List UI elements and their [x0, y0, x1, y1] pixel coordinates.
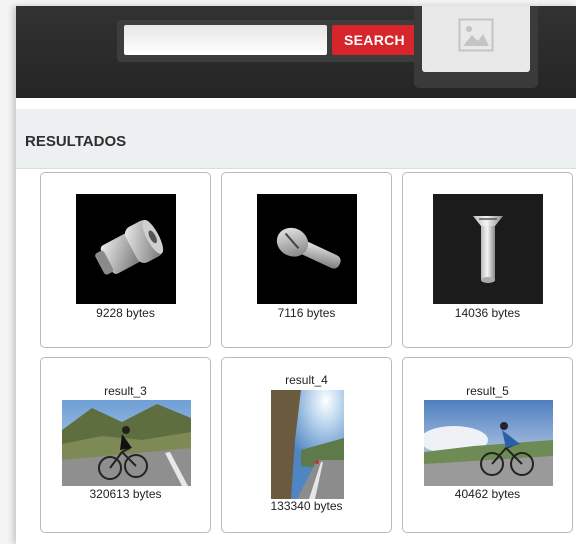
cyclist-road-thumbnail	[271, 390, 344, 499]
bolt-thumbnail	[76, 194, 176, 304]
result-card[interactable]: 14036 bytes	[402, 172, 573, 348]
result-card[interactable]: result_4 133340 bytes	[221, 357, 392, 533]
result-name: result_5	[466, 384, 509, 398]
app-window: SEARCH RESULTADOS 9228 bytes 7116 bytes …	[16, 6, 576, 544]
result-card[interactable]: result_5 40462 bytes	[402, 357, 573, 533]
results-header: RESULTADOS	[16, 109, 576, 169]
image-drop-area[interactable]	[422, 6, 530, 72]
result-size: 9228 bytes	[96, 306, 155, 320]
screw-thumbnail	[257, 194, 357, 304]
results-title: RESULTADOS	[25, 133, 127, 150]
result-size: 14036 bytes	[454, 306, 521, 320]
search-input[interactable]	[124, 25, 327, 55]
search-button[interactable]: SEARCH	[332, 25, 417, 55]
result-name: result_3	[104, 384, 147, 398]
result-size: 320613 bytes	[89, 487, 162, 501]
result-card[interactable]: 9228 bytes	[40, 172, 211, 348]
result-card[interactable]: 7116 bytes	[221, 172, 392, 348]
result-size: 40462 bytes	[454, 487, 521, 501]
cyclist-thumbnail	[424, 400, 553, 486]
search-bar: SEARCH	[117, 20, 421, 62]
cyclist-thumbnail	[62, 400, 191, 486]
top-bar: SEARCH	[16, 6, 576, 98]
image-placeholder-icon	[458, 18, 494, 52]
result-card[interactable]: result_3 320613 bytes	[40, 357, 211, 533]
result-size: 133340 bytes	[270, 499, 343, 513]
result-size: 7116 bytes	[277, 306, 336, 320]
image-upload-box[interactable]	[414, 6, 538, 88]
result-name: result_4	[285, 373, 328, 387]
countersunk-screw-thumbnail	[433, 194, 543, 304]
